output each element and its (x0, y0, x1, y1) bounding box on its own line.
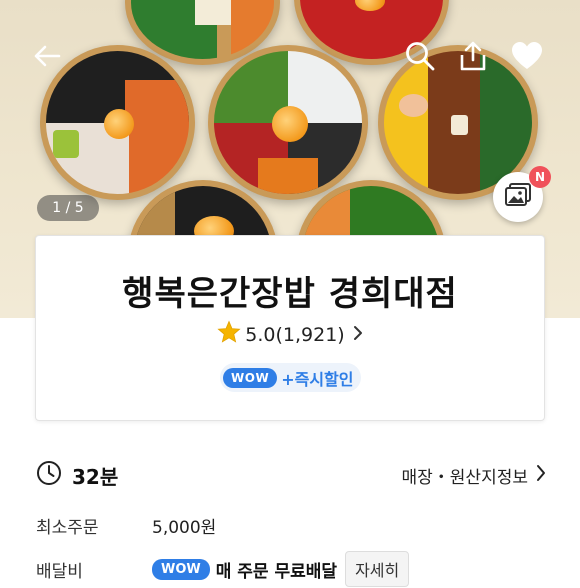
delivery-fee-label: 배달비 (36, 561, 83, 582)
new-badge: N (529, 166, 551, 188)
chevron-right-icon (536, 464, 546, 487)
rating-value: 5.0(1,921) (245, 323, 345, 346)
eta-value: 32분 (72, 465, 119, 489)
share-icon[interactable] (454, 38, 492, 74)
promo-badge: WOW +즉시할인 (220, 363, 362, 392)
delivery-time: 32분 (36, 460, 118, 491)
store-origin-info-link[interactable]: 매장・원산지정보 (402, 463, 546, 488)
search-icon[interactable] (401, 38, 439, 74)
min-order-row: 최소주문 5,000원 (36, 513, 216, 538)
delivery-fee-detail-button[interactable]: 자세히 (345, 551, 410, 587)
star-icon (217, 320, 241, 349)
photo-gallery-icon (505, 183, 531, 211)
free-delivery-text: 매 주문 무료배달 (215, 561, 338, 582)
clock-icon (36, 460, 62, 491)
photo-counter: 1 / 5 (37, 195, 99, 221)
rating-link[interactable]: 5.0(1,921) (36, 320, 544, 349)
min-order-value: 5,000원 (152, 518, 217, 538)
store-name: 행복은간장밥 경희대점 (122, 274, 458, 314)
delivery-fee-row: 배달비 WOW 매 주문 무료배달 자세히 (36, 551, 410, 587)
chevron-right-icon (353, 324, 363, 346)
store-info-card: 행복은간장밥 경희대점 5.0(1,921) WOW +즉시할인 (35, 235, 545, 421)
back-arrow-icon[interactable] (28, 40, 66, 72)
heart-icon[interactable] (508, 38, 546, 74)
min-order-label: 최소주문 (36, 518, 99, 538)
instant-discount-label: +즉시할인 (281, 369, 354, 389)
origin-link-label: 매장・원산지정보 (401, 468, 528, 488)
food-bowl-image (208, 45, 368, 200)
wow-badge: WOW (223, 367, 278, 388)
wow-badge: WOW (152, 558, 210, 580)
